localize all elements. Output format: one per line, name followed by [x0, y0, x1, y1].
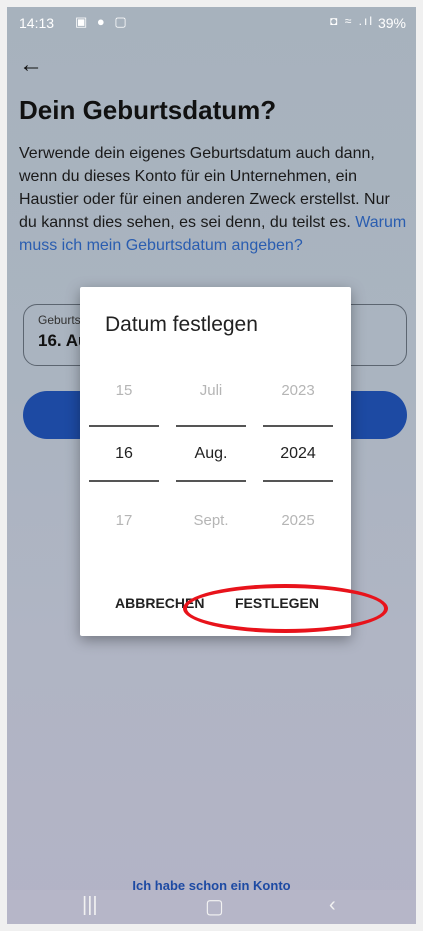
date-picker-dialog: Datum festlegen 15 16 17 Juli Aug. Sept.… [80, 287, 351, 636]
signal-icons: ◘ ≈ .ıl [330, 14, 374, 28]
month-divider-bottom [176, 480, 246, 482]
year-divider-top [263, 425, 333, 427]
description-text: Verwende dein eigenes Geburtsdatum auch … [19, 145, 390, 231]
battery-level: 39% [377, 15, 406, 31]
month-divider-top [176, 425, 246, 427]
recents-icon[interactable]: ||| [82, 894, 98, 917]
dialog-title: Datum festlegen [105, 313, 258, 336]
cancel-button[interactable]: ABBRECHEN [115, 595, 204, 611]
status-time: 14:13 [19, 15, 55, 31]
year-current[interactable]: 2024 [263, 445, 333, 463]
nav-back-icon[interactable]: ‹ [329, 894, 336, 917]
system-nav-bar: ||| ▢ ‹ [7, 890, 416, 924]
description: Verwende dein eigenes Geburtsdatum auch … [19, 142, 411, 257]
back-arrow-icon[interactable]: ← [19, 51, 43, 79]
day-current[interactable]: 16 [89, 445, 159, 463]
day-prev[interactable]: 15 [89, 382, 159, 399]
month-prev[interactable]: Juli [176, 382, 246, 399]
notification-icons: ▣ ● ▢ [75, 14, 130, 29]
set-button[interactable]: FESTLEGEN [235, 595, 319, 611]
status-bar: 14:13 ▣ ● ▢ ◘ ≈ .ıl 39% [7, 7, 416, 37]
home-icon[interactable]: ▢ [205, 894, 224, 919]
day-divider-top [89, 425, 159, 427]
year-divider-bottom [263, 480, 333, 482]
page-title: Dein Geburtsdatum? [19, 95, 277, 125]
month-next[interactable]: Sept. [176, 512, 246, 529]
year-next[interactable]: 2025 [263, 512, 333, 529]
month-current[interactable]: Aug. [176, 445, 246, 463]
day-next[interactable]: 17 [89, 512, 159, 529]
year-prev[interactable]: 2023 [263, 382, 333, 399]
day-divider-bottom [89, 480, 159, 482]
